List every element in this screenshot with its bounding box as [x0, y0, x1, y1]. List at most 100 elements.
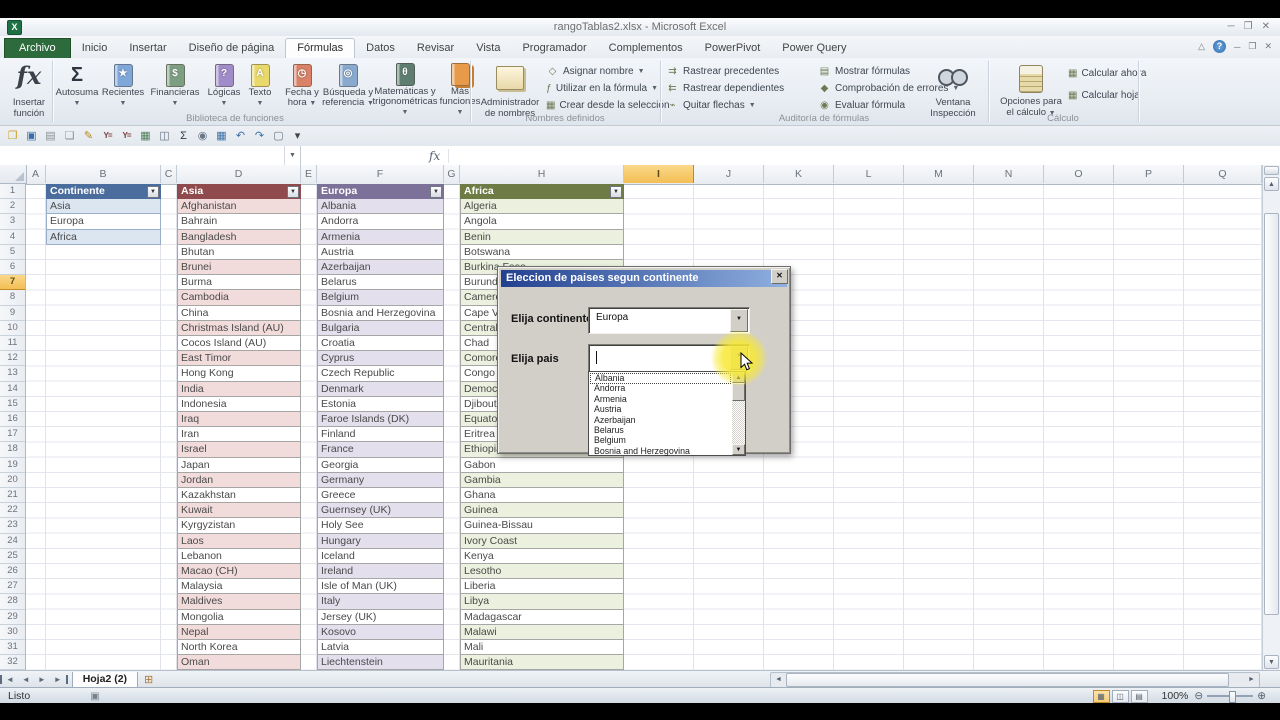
row-header-12[interactable]: 12 — [0, 351, 25, 367]
name-box-dropdown-icon[interactable]: ▼ — [285, 146, 301, 165]
format-painter-icon[interactable]: ✎ — [80, 128, 97, 144]
row-header-20[interactable]: 20 — [0, 473, 25, 488]
record-macro-icon[interactable]: ▣ — [90, 691, 99, 702]
column-header-K[interactable]: K — [764, 165, 834, 183]
filter-dropdown-icon[interactable]: ▼ — [287, 185, 299, 198]
insert-table-icon[interactable]: ▦ — [213, 128, 230, 144]
column-header-F[interactable]: F — [317, 165, 444, 183]
calc-button-0[interactable]: ▦ Calcular ahora — [1068, 66, 1147, 81]
save-icon[interactable]: ▣ — [23, 128, 40, 144]
table-cell[interactable]: Ghana — [460, 488, 624, 504]
table-header-europa[interactable]: Europa ▼ — [317, 184, 444, 200]
row-header-26[interactable]: 26 — [0, 564, 25, 580]
row-header-28[interactable]: 28 — [0, 594, 25, 610]
tab-complementos[interactable]: Complementos — [598, 39, 694, 58]
table-cell[interactable]: Christmas Island (AU) — [177, 320, 301, 336]
autosum-icon[interactable]: Σ — [175, 128, 192, 144]
table-cell[interactable]: Angola — [460, 214, 624, 230]
open-file-icon[interactable]: ❐ — [4, 128, 21, 144]
reapply-filter-icon[interactable]: Y= — [118, 128, 135, 144]
dropdown-item-armenia[interactable]: Armenia — [590, 394, 731, 405]
list-scroll-down-icon[interactable]: ▼ — [732, 444, 745, 455]
row-header-15[interactable]: 15 — [0, 397, 25, 412]
row-header-29[interactable]: 29 — [0, 610, 25, 625]
column-header-D[interactable]: D — [177, 165, 301, 183]
column-header-O[interactable]: O — [1044, 165, 1114, 183]
names-item-2[interactable]: ▦ Crear desde la selección — [546, 98, 670, 113]
column-headers[interactable]: ABCDEFGHIJKLMNOPQ — [0, 165, 1262, 185]
zoom-slider[interactable] — [1207, 691, 1254, 703]
audit-item-2[interactable]: ⌁ Quitar flechas ▼ — [666, 98, 814, 113]
row-header-21[interactable]: 21 — [0, 488, 25, 504]
table-cell[interactable]: India — [177, 381, 301, 397]
table-cell[interactable]: Finland — [317, 427, 444, 443]
names-item-1[interactable]: ƒ Utilizar en la fórmula ▼ — [546, 81, 658, 96]
row-header-19[interactable]: 19 — [0, 458, 25, 473]
table-cell[interactable]: Burma — [177, 275, 301, 291]
table-cell[interactable]: Botswana — [460, 244, 624, 260]
row-header-10[interactable]: 10 — [0, 321, 25, 336]
vertical-scroll-thumb[interactable] — [1264, 213, 1279, 615]
column-header-B[interactable]: B — [46, 165, 161, 183]
sheet-nav-2[interactable]: ► — [34, 675, 50, 684]
table-cell[interactable]: Laos — [177, 533, 301, 549]
row-header-4[interactable]: 4 — [0, 230, 25, 245]
library-button-1[interactable]: ★ Recientes ▼ — [100, 62, 146, 118]
row-header-32[interactable]: 32 — [0, 655, 25, 671]
table-cell[interactable]: Czech Republic — [317, 366, 444, 382]
tab-fórmulas[interactable]: Fórmulas — [285, 38, 356, 58]
table-cell[interactable]: Kuwait — [177, 503, 301, 519]
dropdown-item-austria[interactable]: Austria — [590, 404, 731, 415]
row-header-9[interactable]: 9 — [0, 306, 25, 321]
table-cell[interactable]: Austria — [317, 244, 444, 260]
tab-vista[interactable]: Vista — [465, 39, 511, 58]
table-cell[interactable]: Bangladesh — [177, 229, 301, 245]
column-header-I[interactable]: I — [624, 165, 694, 183]
row-header-2[interactable]: 2 — [0, 199, 25, 215]
sheet-nav-1[interactable]: ◄ — [18, 675, 34, 684]
column-header-E[interactable]: E — [301, 165, 317, 183]
form-icon[interactable]: ▢ — [270, 128, 287, 144]
table-cell[interactable]: Hong Kong — [177, 366, 301, 382]
active-sheet-tab[interactable]: Hoja2 (2) — [71, 671, 139, 688]
row-header-5[interactable]: 5 — [0, 245, 25, 260]
table-cell[interactable]: Croatia — [317, 336, 444, 352]
zoom-level[interactable]: 100% — [1162, 690, 1189, 702]
table-cell[interactable]: Indonesia — [177, 396, 301, 412]
tab-archivo[interactable]: Archivo — [4, 38, 71, 58]
table-header-asia[interactable]: Asia ▼ — [177, 184, 301, 200]
library-button-7[interactable]: θ Matemáticas y trigonométricas ▼ — [373, 62, 437, 118]
continent-combobox[interactable]: Europa ▼ — [588, 307, 750, 334]
library-button-2[interactable]: $ Financieras ▼ — [148, 62, 202, 118]
column-header-P[interactable]: P — [1114, 165, 1184, 183]
row-header-11[interactable]: 11 — [0, 336, 25, 352]
row-header-25[interactable]: 25 — [0, 549, 25, 564]
tab-power-query[interactable]: Power Query — [771, 39, 857, 58]
table-cell[interactable]: Jordan — [177, 472, 301, 488]
table-cell[interactable]: Gambia — [460, 472, 624, 488]
table-cell[interactable]: Malawi — [460, 624, 624, 640]
table-cell[interactable]: Asia — [46, 199, 161, 215]
table-cell[interactable]: Iran — [177, 427, 301, 443]
tab-datos[interactable]: Datos — [355, 39, 406, 58]
zoom-slider-thumb[interactable] — [1229, 691, 1237, 703]
workbook-controls[interactable]: △ ? ─ ❐ ✕ — [1198, 40, 1272, 53]
insert-worksheet-icon[interactable]: ⊞ — [144, 673, 153, 686]
row-header-27[interactable]: 27 — [0, 579, 25, 595]
redo-icon[interactable]: ↷ — [251, 128, 268, 144]
names-item-0[interactable]: ◇ Asignar nombre ▼ — [546, 64, 658, 79]
table-cell[interactable]: Mongolia — [177, 609, 301, 625]
column-header-A[interactable]: A — [26, 165, 46, 183]
table-cell[interactable]: Macao (CH) — [177, 564, 301, 580]
table-cell[interactable]: Isle of Man (UK) — [317, 579, 444, 595]
scroll-right-icon[interactable]: ► — [1245, 673, 1258, 687]
scroll-up-icon[interactable]: ▲ — [1264, 177, 1279, 191]
select-all-corner[interactable] — [0, 165, 27, 184]
table-cell[interactable]: Maldives — [177, 594, 301, 610]
row-header-8[interactable]: 8 — [0, 290, 25, 306]
table-cell[interactable]: Afghanistan — [177, 199, 301, 215]
table-cell[interactable]: Faroe Islands (DK) — [317, 412, 444, 428]
column-header-M[interactable]: M — [904, 165, 974, 183]
table-cell[interactable]: Mauritania — [460, 655, 624, 671]
table-cell[interactable]: Cyprus — [317, 351, 444, 367]
